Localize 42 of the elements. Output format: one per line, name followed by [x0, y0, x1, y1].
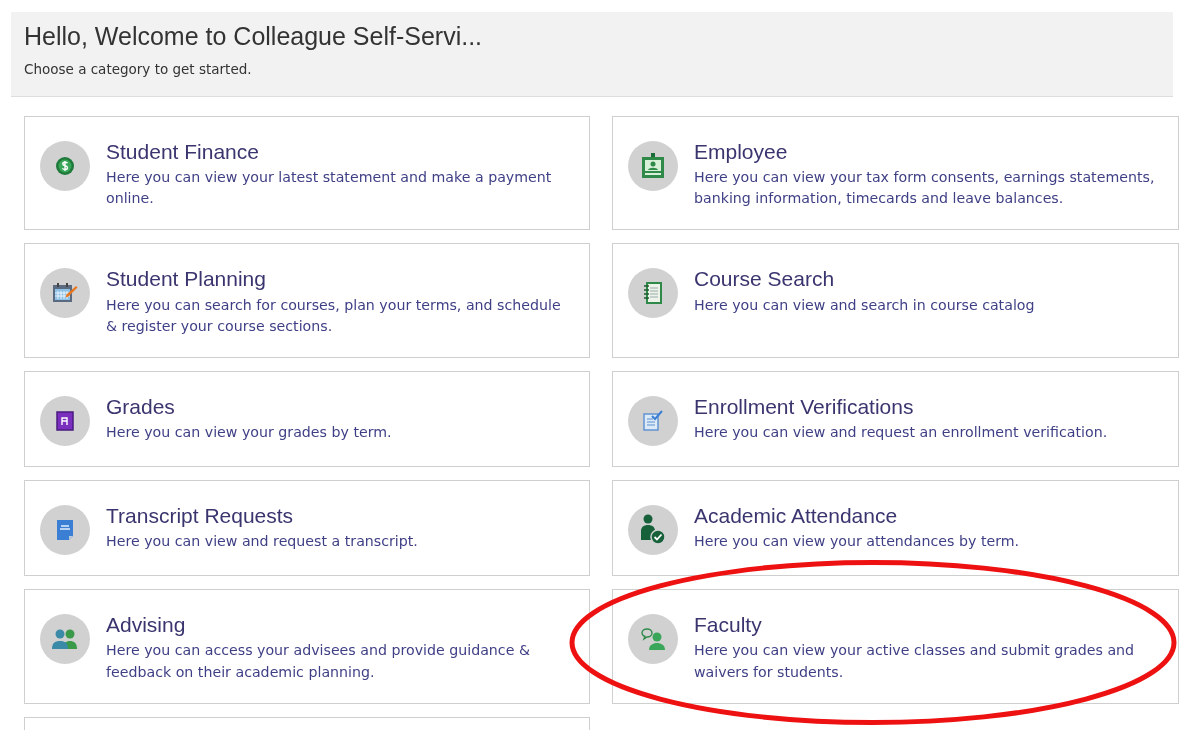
- category-card[interactable]: Student Planning Here you can search for courses, plan your terms, and schedule & register your course sections.: [24, 243, 590, 359]
- category-description: Here you can view your latest statement and make a payment online.: [106, 167, 553, 209]
- category-title: Enrollment Verifications: [694, 395, 915, 419]
- category-title: Student Finance: [106, 139, 260, 163]
- category-description: Here you can view and request an enrollment verification.: [694, 423, 1108, 443]
- dollar-coin-icon: [55, 155, 75, 176]
- category-title: Grades: [106, 395, 176, 419]
- category-card[interactable]: Employee Here you can view your tax form consents, earnings statements, banking information, timecards and leave balances.: [612, 115, 1179, 231]
- notebook-icon: [643, 281, 663, 306]
- category-description: Here you can view your tax form consents, earnings statements, banking information, timecards and leave balances.: [694, 167, 1156, 209]
- category-description: Here you can search for courses, plan your terms, and schedule & register your course sections.: [106, 295, 562, 336]
- people-icon: [51, 628, 79, 651]
- category-card[interactable]: Course Search Here you can view and search in course catalog: [612, 243, 1179, 359]
- category-title: Course Search: [694, 267, 836, 291]
- person-check-icon: [639, 514, 667, 547]
- category-card[interactable]: Academic Attendance Here you can view your attendances by term.: [612, 480, 1179, 577]
- category-description: Here you can access your advisees and provide guidance & feedback on their academic planning.: [106, 641, 531, 682]
- category-card[interactable]: Faculty Here you can view your active classes and submit grades and waivers for students.: [612, 589, 1179, 704]
- category-card[interactable]: Advising Here you can access your advisees and provide guidance & feedback on their academic planning.: [24, 589, 590, 704]
- category-description: Here you can view and search in course catalog: [694, 295, 1035, 315]
- welcome-title: Hello, Welcome to Colleague Self-Servi...: [24, 21, 484, 52]
- category-description: Here you can view your active classes and submit grades and waivers for students.: [694, 641, 1136, 682]
- checklist-icon: [642, 410, 664, 433]
- calendar-pencil-icon: [52, 282, 78, 305]
- category-card[interactable]: Grades Here you can view your grades by term.: [24, 371, 590, 468]
- category-card[interactable]: Student Finance Here you can view your latest statement and make a payment online.: [24, 115, 590, 231]
- category-title: Academic Attendance: [694, 504, 899, 528]
- category-description: Here you can view your grades by term.: [106, 423, 392, 443]
- letter-grade-icon: [56, 411, 74, 432]
- category-card[interactable]: Transcript Requests Here you can view and request a transcript.: [24, 480, 590, 577]
- document-icon: [56, 519, 74, 542]
- category-title: Transcript Requests: [106, 504, 295, 528]
- category-title: Student Planning: [106, 267, 267, 291]
- category-description: Here you can view your attendances by term.: [694, 532, 1020, 552]
- id-badge-icon: [641, 152, 665, 179]
- speech-person-icon: [640, 627, 666, 652]
- category-description: Here you can view and request a transcript.: [106, 532, 418, 552]
- welcome-subtitle: Choose a category to get started.: [24, 59, 253, 79]
- category-title: Faculty: [694, 613, 763, 637]
- category-title: Employee: [694, 139, 789, 163]
- category-title: Advising: [106, 613, 187, 637]
- category-card[interactable]: Enrollment Verifications Here you can view and request an enrollment verification.: [612, 371, 1179, 468]
